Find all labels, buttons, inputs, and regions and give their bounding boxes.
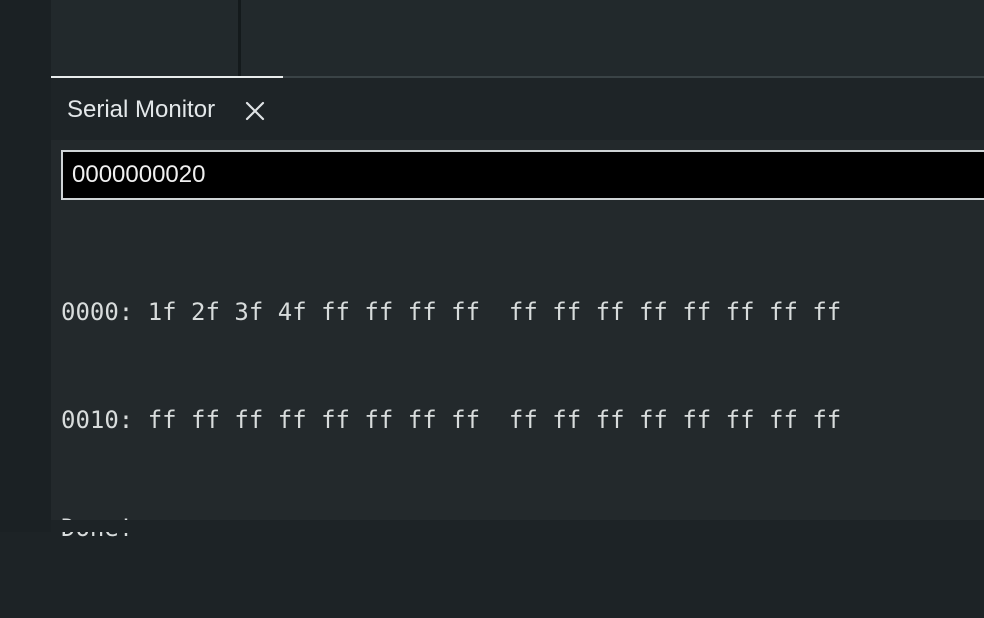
bottom-strip bbox=[51, 520, 984, 532]
tab-label: Serial Monitor bbox=[67, 96, 216, 123]
panel-tab-bar: Serial Monitor bbox=[51, 78, 984, 140]
close-icon-glyph bbox=[245, 101, 265, 121]
editor-split-divider[interactable] bbox=[238, 0, 241, 76]
close-icon[interactable] bbox=[244, 100, 266, 122]
serial-input-field[interactable] bbox=[61, 150, 984, 200]
serial-monitor-panel: 0000: 1f 2f 3f 4f ff ff ff ff ff ff ff f… bbox=[51, 140, 984, 542]
output-line: 0000: 1f 2f 3f 4f ff ff ff ff ff ff ff f… bbox=[61, 298, 842, 326]
serial-output: 0000: 1f 2f 3f 4f ff ff ff ff ff ff ff f… bbox=[61, 222, 981, 618]
output-line: 0010: ff ff ff ff ff ff ff ff ff ff ff f… bbox=[61, 406, 842, 434]
activity-gutter bbox=[0, 0, 51, 532]
editor-area bbox=[51, 0, 984, 76]
tab-serial-monitor[interactable]: Serial Monitor bbox=[51, 78, 283, 140]
